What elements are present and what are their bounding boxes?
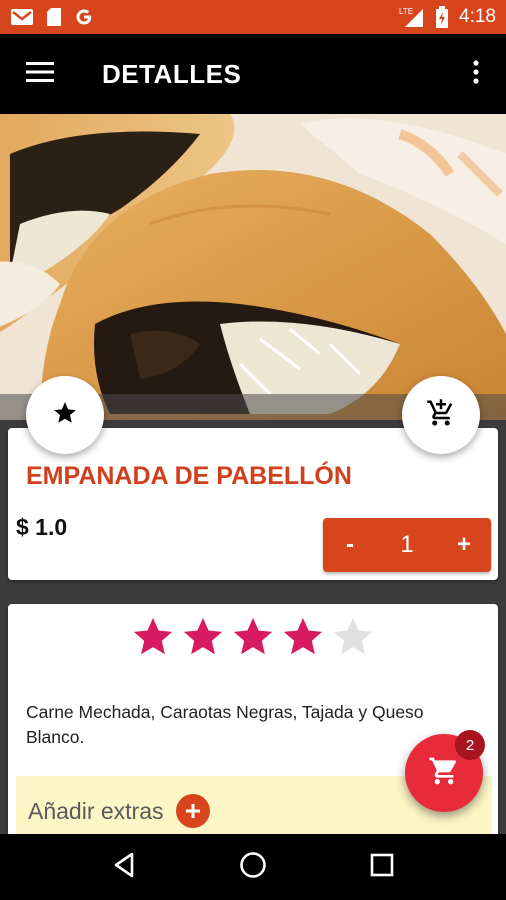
quantity-value: 1 [400, 531, 414, 558]
shopping-cart-icon [428, 755, 460, 792]
product-description: Carne Mechada, Caraotas Negras, Tajada y… [26, 702, 424, 747]
cart-button[interactable]: 2 [405, 730, 485, 812]
hamburger-menu-icon [26, 61, 54, 87]
battery-icon [435, 6, 449, 28]
add-extras-label: Añadir extras [28, 797, 164, 824]
rating-stars[interactable] [130, 614, 376, 660]
decrement-button[interactable]: - [323, 518, 377, 572]
cart-badge: 2 [455, 730, 485, 760]
more-vertical-icon [473, 59, 479, 89]
gmail-icon [10, 8, 34, 26]
add-to-cart-button[interactable] [402, 376, 480, 454]
back-triangle-icon [112, 852, 136, 883]
star-icon [52, 400, 78, 431]
more-options-button[interactable] [446, 34, 506, 114]
google-icon [74, 7, 94, 27]
status-right-icons: LTE 4:18 [399, 6, 496, 28]
product-card: EMPANADA DE PABELLÓN $ 1.0 - 1 + [8, 428, 498, 580]
svg-text:LTE: LTE [399, 7, 413, 16]
status-time: 4:18 [459, 6, 496, 27]
star-filled-icon[interactable] [180, 614, 226, 660]
star-filled-icon[interactable] [280, 614, 326, 660]
home-circle-icon [239, 851, 267, 884]
favorite-button[interactable] [26, 376, 104, 454]
star-filled-icon[interactable] [230, 614, 276, 660]
plus-icon[interactable] [175, 794, 210, 828]
signal-icon: LTE [399, 6, 425, 28]
increment-button[interactable]: + [437, 518, 491, 572]
quantity-stepper: - 1 + [323, 518, 491, 572]
system-nav-bar [0, 834, 506, 900]
status-left-icons [10, 7, 94, 27]
recents-button[interactable] [352, 837, 412, 897]
status-bar: LTE 4:18 [0, 0, 506, 34]
star-filled-icon[interactable] [130, 614, 176, 660]
product-price: $ 1.0 [16, 514, 68, 540]
star-empty-icon[interactable] [330, 614, 376, 660]
menu-button[interactable] [0, 34, 80, 114]
app-bar: DETALLES [0, 34, 506, 114]
sd-card-icon [46, 7, 62, 27]
details-card: Carne Mechada, Caraotas Negras, Tajada y… [8, 604, 498, 846]
add-shopping-cart-icon [426, 398, 456, 433]
product-name: EMPANADA DE PABELLÓN [26, 462, 352, 490]
home-button[interactable] [223, 837, 283, 897]
recents-square-icon [370, 853, 394, 882]
back-button[interactable] [94, 837, 154, 897]
page-title: DETALLES [102, 58, 242, 89]
product-image [0, 114, 506, 420]
